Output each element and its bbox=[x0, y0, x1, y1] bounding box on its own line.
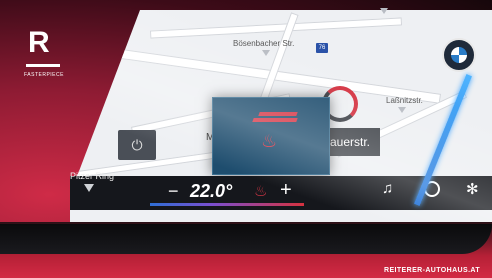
brand-logo-bar bbox=[26, 64, 60, 67]
map-pin-icon bbox=[398, 107, 406, 113]
temperature-indicator-bar bbox=[150, 203, 304, 206]
seat-heating-popup[interactable]: ♨ bbox=[212, 97, 330, 175]
direction-arrow-icon bbox=[84, 184, 94, 192]
temperature-value: 22.0° bbox=[190, 181, 233, 201]
brand-name: FASTERPIECE bbox=[24, 72, 64, 78]
map-pin-icon bbox=[380, 8, 388, 14]
brand-logo-letter: R bbox=[28, 26, 50, 59]
street-label: Pitzer Ring bbox=[70, 171, 115, 181]
bmw-roundel bbox=[451, 47, 467, 63]
seat-heat-icon[interactable]: ♨ bbox=[254, 182, 267, 200]
fan-icon[interactable]: ✻ bbox=[466, 180, 479, 198]
power-toggle-button[interactable]: ⏻ bbox=[118, 130, 156, 160]
street-label: Laßnitzstr. bbox=[386, 96, 423, 105]
heat-level-bar bbox=[252, 118, 298, 122]
street-label: Bösenbacher Str. bbox=[233, 39, 295, 48]
current-street-label: auerstr. bbox=[328, 128, 380, 156]
dashboard-edge bbox=[0, 224, 492, 254]
heat-level-bar bbox=[258, 112, 298, 116]
temperature-increase-button[interactable]: + bbox=[280, 179, 292, 202]
seat-heat-icon: ♨ bbox=[261, 131, 278, 151]
temperature-decrease-button[interactable]: − bbox=[168, 181, 179, 202]
bmw-logo-icon bbox=[442, 38, 476, 72]
music-note-icon[interactable]: ♫ bbox=[382, 180, 393, 197]
map-pin-icon bbox=[262, 50, 270, 56]
website-label: REITERER-AUTOHAUS.AT bbox=[384, 267, 481, 274]
map-road bbox=[149, 17, 403, 39]
route-badge: 76 bbox=[316, 43, 328, 53]
dashboard-scene: R FASTERPIECE Bösenbacher Str. 76 Laßnit… bbox=[0, 0, 492, 278]
